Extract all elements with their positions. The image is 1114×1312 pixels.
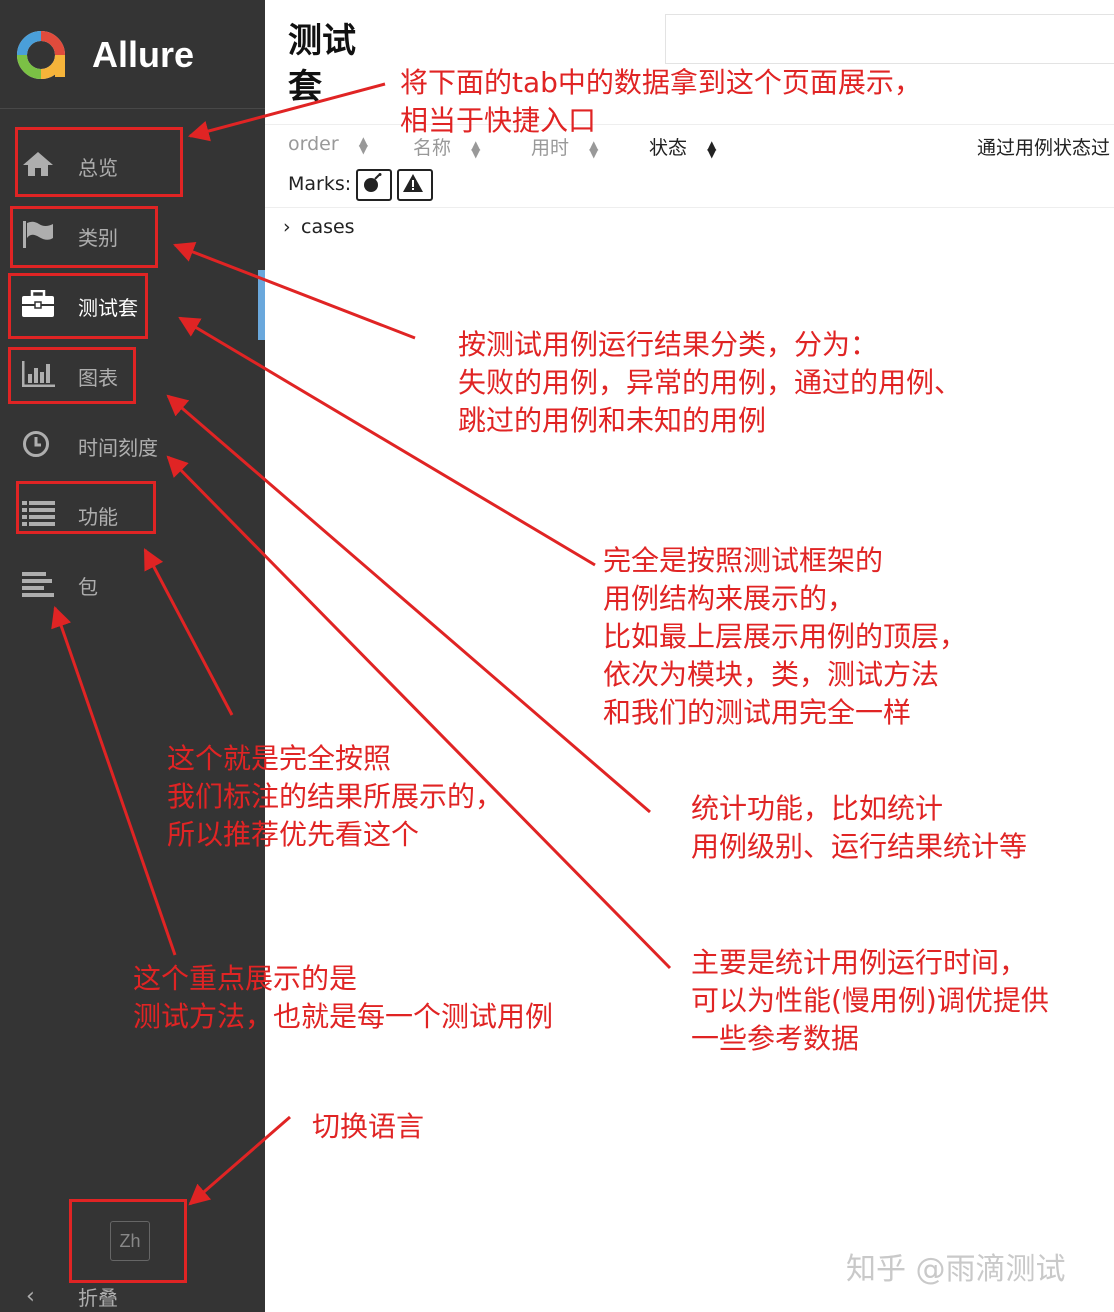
annotation-text: 主要是统计用例运行时间， 可以为性能(慢用例)调优提供 一些参考数据: [691, 946, 1049, 1055]
arrow-line: [143, 548, 234, 716]
watermark: 知乎 @雨滴测试: [846, 1252, 1066, 1287]
arrow-line: [187, 82, 386, 142]
annotation-text: 切换语言: [312, 1110, 425, 1143]
arrow-line: [173, 242, 416, 340]
annotation-text: 这个重点展示的是 测试方法，也就是每一个测试用例: [133, 962, 554, 1033]
annotation-text: 完全是按照测试框架的 用例结构来展示的， 比如最上层展示用例的顶层， 依次为模块…: [603, 544, 968, 729]
annotation-text: 将下面的tab中的数据拿到这个页面展示， 相当于快捷入口: [400, 66, 922, 137]
arrow-line: [166, 455, 672, 970]
annotation-text: 统计功能，比如统计 用例级别、运行结果统计等: [691, 792, 1028, 863]
annotation-text: 按测试用例运行结果分类，分为： 失败的用例，异常的用例，通过的用例、 跳过的用例…: [458, 328, 963, 437]
arrow-line: [51, 606, 177, 956]
annotation-text: 这个就是完全按照 我们标注的结果所展示的， 所以推荐优先看这个: [167, 742, 504, 851]
arrow-line: [188, 1115, 291, 1206]
